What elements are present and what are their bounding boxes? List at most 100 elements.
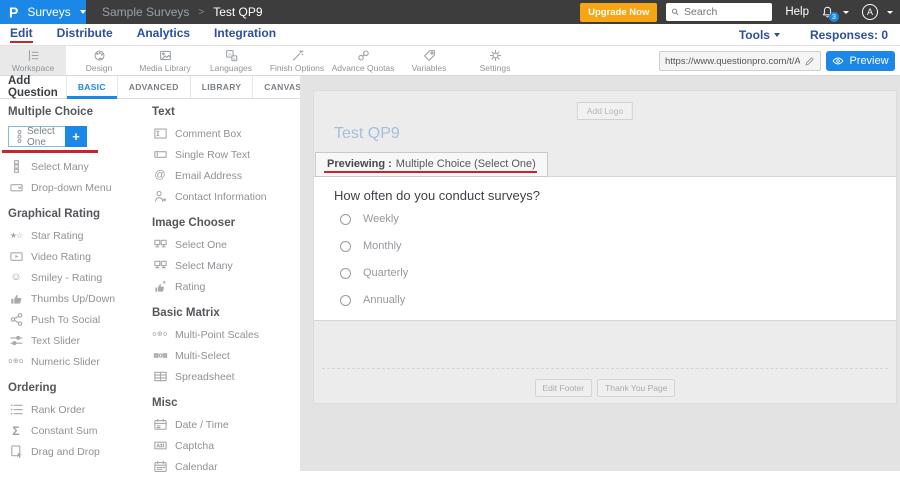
pencil-icon[interactable] <box>804 56 815 67</box>
answer-option-weekly[interactable]: Weekly <box>340 213 399 225</box>
section-title: Misc <box>152 397 298 410</box>
radio-button[interactable] <box>340 268 351 279</box>
question-type-select-many[interactable]: Select Many <box>8 159 146 174</box>
thank-you-page-button[interactable]: Thank You Page <box>597 379 675 397</box>
toolbar-item-media-library[interactable]: Media Library <box>132 46 198 75</box>
spreadsheet-icon <box>152 369 168 385</box>
image-icon <box>159 49 172 62</box>
nav-tab-analytics[interactable]: Analytics <box>137 26 190 43</box>
question-type-smiley-rating[interactable]: ☺ Smiley - Rating <box>8 270 146 285</box>
upgrade-now-button[interactable]: Upgrade Now <box>580 3 657 22</box>
workspace-icon <box>27 49 40 62</box>
tools-dropdown[interactable]: Tools <box>739 28 780 42</box>
search-input[interactable] <box>684 6 767 18</box>
question-type-video-rating[interactable]: Video Rating <box>8 249 146 264</box>
tab-basic[interactable]: BASIC <box>66 76 117 98</box>
question-type-push-to-social[interactable]: Push To Social <box>8 312 146 327</box>
toolbar-item-advance-quotas[interactable]: Advance Quotas <box>330 46 396 75</box>
chevron-down-icon[interactable] <box>887 11 893 14</box>
chevron-down-icon[interactable] <box>843 11 849 14</box>
share-icon <box>8 312 24 328</box>
responses-count[interactable]: Responses: 0 <box>810 28 888 42</box>
top-bar: P Surveys Sample Surveys > Test QP9 Upgr… <box>0 0 900 24</box>
question-type-star-rating[interactable]: ★☆ Star Rating <box>8 228 146 243</box>
radio-button[interactable] <box>340 295 351 306</box>
breadcrumb-parent[interactable]: Sample Surveys <box>102 5 189 19</box>
surveys-menu-label: Surveys <box>27 5 70 19</box>
drag-drop-icon <box>8 444 24 460</box>
breadcrumb-current: Test QP9 <box>213 5 262 19</box>
answer-option-quarterly[interactable]: Quarterly <box>340 267 408 279</box>
question-type-contact-information[interactable]: Contact Information <box>152 189 298 204</box>
annotation-underline <box>2 150 98 153</box>
links-icon <box>357 49 370 62</box>
question-type-captcha[interactable]: Captcha <box>152 438 298 453</box>
question-type-thumbs-up-down[interactable]: Thumbs Up/Down <box>8 291 146 306</box>
question-type-image-rating[interactable]: ★ Rating <box>152 279 298 294</box>
question-type-spreadsheet[interactable]: Spreadsheet <box>152 369 298 384</box>
multi-select-icon <box>152 348 168 364</box>
toolbar-item-design[interactable]: Design <box>66 46 132 75</box>
help-link[interactable]: Help <box>785 6 809 18</box>
single-row-text-icon <box>152 147 168 163</box>
preview-button[interactable]: Preview <box>826 51 895 71</box>
nav-tab-distribute[interactable]: Distribute <box>57 26 113 43</box>
select-one-item[interactable]: Select One + <box>8 126 87 147</box>
question-type-numeric-slider[interactable]: o⊕o Numeric Slider <box>8 354 146 369</box>
avatar[interactable]: A <box>862 4 878 20</box>
question-type-image-select-one[interactable]: Select One <box>152 237 298 252</box>
tab-advanced[interactable]: ADVANCED <box>117 76 190 98</box>
radio-button[interactable] <box>340 241 351 252</box>
breadcrumb: Sample Surveys > Test QP9 <box>102 5 263 19</box>
toolbar-item-finish-options[interactable]: Finish Options <box>264 46 330 75</box>
toolbar-item-variables[interactable]: Variables <box>396 46 462 75</box>
add-logo-button[interactable]: Add Logo <box>577 102 633 120</box>
previewing-tab: Previewing : Multiple Choice (Select One… <box>315 152 548 177</box>
survey-title[interactable]: Test QP9 <box>334 125 400 143</box>
answer-option-annually[interactable]: Annually <box>340 294 405 306</box>
previewing-value: Multiple Choice (Select One) <box>396 158 536 170</box>
questionpro-logo: P <box>9 5 18 20</box>
at-sign-icon: @ <box>152 168 168 184</box>
answer-option-monthly[interactable]: Monthly <box>340 240 402 252</box>
nav-tab-edit[interactable]: Edit <box>10 26 33 43</box>
survey-preview-area: Add Logo Test QP9 Previewing : Multiple … <box>300 76 900 471</box>
search-box[interactable] <box>666 3 772 21</box>
rank-order-icon <box>8 402 24 418</box>
surveys-menu[interactable]: P Surveys <box>0 0 86 24</box>
smiley-icon: ☺ <box>8 270 24 286</box>
edit-footer-button[interactable]: Edit Footer <box>535 379 593 397</box>
chevron-down-icon <box>80 10 86 14</box>
gear-icon <box>489 49 502 62</box>
toolbar-item-settings[interactable]: Settings <box>462 46 528 75</box>
question-type-single-row-text[interactable]: Single Row Text <box>152 147 298 162</box>
chevron-down-icon <box>774 33 780 37</box>
section-title: Multiple Choice <box>8 106 146 119</box>
section-title: Ordering <box>8 382 146 395</box>
toolbar-item-languages[interactable]: Aa Languages <box>198 46 264 75</box>
question-type-date-time[interactable]: Date / Time <box>152 417 298 432</box>
question-type-calendar[interactable]: Calendar <box>152 459 298 474</box>
panel-header: Add Question BASIC ADVANCED LIBRARY CANV… <box>0 76 300 99</box>
tab-library[interactable]: LIBRARY <box>190 76 253 98</box>
question-type-rank-order[interactable]: Rank Order <box>8 402 146 417</box>
question-type-email-address[interactable]: @ Email Address <box>152 168 298 183</box>
nav-tab-integration[interactable]: Integration <box>214 26 276 43</box>
notifications-button[interactable]: 3 <box>821 5 834 19</box>
add-question-panel: Add Question BASIC ADVANCED LIBRARY CANV… <box>0 76 300 471</box>
question-type-image-select-many[interactable]: Select Many <box>152 258 298 273</box>
question-type-multi-point-scales[interactable]: o⊕o Multi-Point Scales <box>152 327 298 342</box>
add-question-plus-button[interactable]: + <box>65 126 87 147</box>
question-type-comment-box[interactable]: Comment Box <box>152 126 298 141</box>
toolbar-item-workspace[interactable]: Workspace <box>0 46 66 75</box>
radio-button[interactable] <box>340 214 351 225</box>
previewing-label: Previewing : <box>327 158 392 170</box>
wand-icon <box>291 49 304 62</box>
image-pair-icon <box>152 258 168 274</box>
question-type-dropdown-menu[interactable]: Drop-down Menu <box>8 180 146 195</box>
question-type-text-slider[interactable]: Text Slider <box>8 333 146 348</box>
question-type-constant-sum[interactable]: Σ Constant Sum <box>8 423 146 438</box>
survey-url-input[interactable] <box>665 56 800 67</box>
question-type-drag-and-drop[interactable]: Drag and Drop <box>8 444 146 459</box>
question-type-multi-select[interactable]: Multi-Select <box>152 348 298 363</box>
